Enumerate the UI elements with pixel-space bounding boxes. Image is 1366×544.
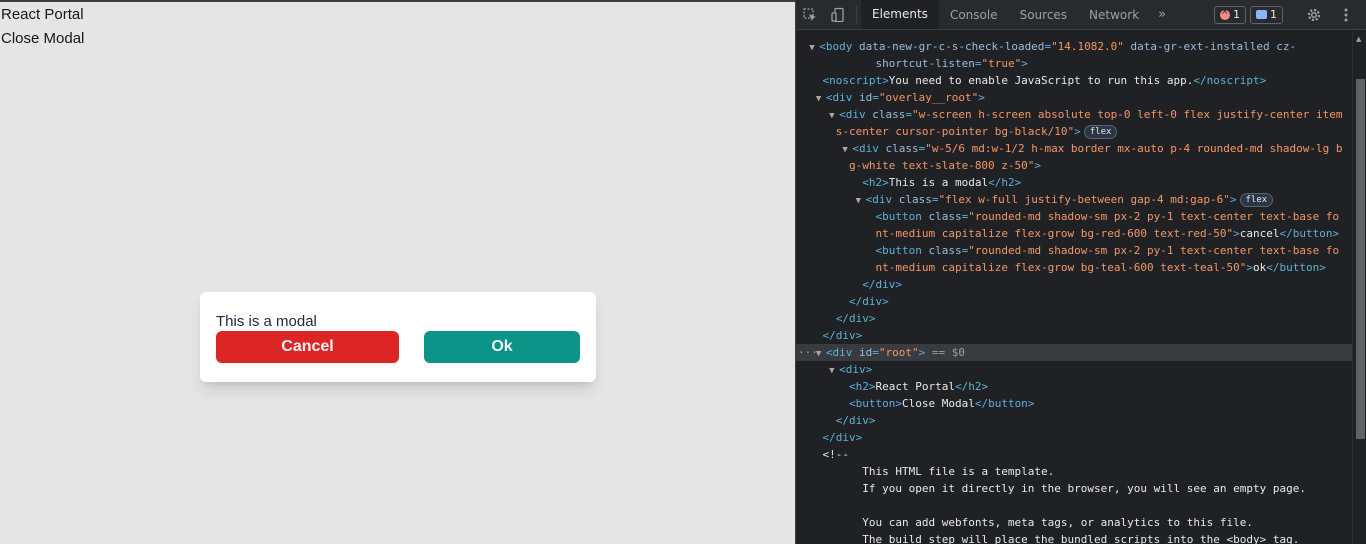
dom-line[interactable]: </div> xyxy=(796,310,1352,327)
flex-badge[interactable]: flex xyxy=(1083,125,1118,139)
dom-line[interactable]: <h2>React Portal</h2> xyxy=(796,378,1352,395)
more-tabs-icon[interactable]: » xyxy=(1150,0,1174,29)
dom-line[interactable]: <button class="rounded-md shadow-sm px-2… xyxy=(796,242,1352,259)
dom-line xyxy=(796,31,1352,38)
gear-icon[interactable] xyxy=(1300,7,1328,23)
dom-line[interactable]: ▼ <div> xyxy=(796,361,1352,378)
dom-line[interactable]: </div> xyxy=(796,412,1352,429)
dom-line[interactable]: shortcut-listen="true"> xyxy=(796,55,1352,72)
scrollbar-thumb[interactable] xyxy=(1356,79,1365,439)
ellipsis-icon[interactable]: ··· xyxy=(798,344,818,361)
dom-line[interactable]: ▼ <div class="flex w-full justify-between… xyxy=(796,191,1352,208)
dom-line[interactable]: This HTML file is a template. xyxy=(796,463,1352,480)
dom-line[interactable]: <noscript>You need to enable JavaScript … xyxy=(796,72,1352,89)
dom-line[interactable]: <button>Close Modal</button> xyxy=(796,395,1352,412)
dom-line[interactable]: g-white text-slate-800 z-50"> xyxy=(796,157,1352,174)
tab-network[interactable]: Network xyxy=(1078,0,1150,29)
dom-line[interactable]: ▼ <div class="w-screen h-screen absolute … xyxy=(796,106,1352,123)
toolbar-right: 1 1 xyxy=(1214,0,1366,29)
modal-title: This is a modal xyxy=(216,313,317,330)
modal-overlay[interactable]: This is a modal Cancel Ok xyxy=(0,2,795,544)
devtools-panel: Elements Console Sources Network » 1 1 xyxy=(795,0,1366,544)
dom-tree[interactable]: ▼ <body data-new-gr-c-s-check-loaded="14.… xyxy=(796,31,1352,544)
dom-line[interactable]: s-center cursor-pointer bg-black/10"> fle… xyxy=(796,123,1352,140)
dom-line[interactable]: If you open it directly in the browser, … xyxy=(796,480,1352,497)
message-icon xyxy=(1256,10,1267,19)
dom-line[interactable]: ▼ <div id="overlay__root"> xyxy=(796,89,1352,106)
flex-badge[interactable]: flex xyxy=(1239,193,1274,207)
scroll-up-arrow-icon[interactable]: ▲ xyxy=(1356,35,1361,43)
tab-elements[interactable]: Elements xyxy=(861,0,939,29)
toolbar-divider xyxy=(856,6,857,23)
dom-line[interactable]: </div> xyxy=(796,276,1352,293)
message-count: 1 xyxy=(1270,8,1277,21)
devtools-scrollbar[interactable]: ▲ xyxy=(1352,31,1366,544)
tab-console[interactable]: Console xyxy=(939,0,1009,29)
dom-line[interactable]: <button class="rounded-md shadow-sm px-2… xyxy=(796,208,1352,225)
cancel-button[interactable]: Cancel xyxy=(216,331,399,363)
message-badge[interactable]: 1 xyxy=(1250,5,1283,24)
dom-line[interactable]: <h2>This is a modal</h2> xyxy=(796,174,1352,191)
tab-sources[interactable]: Sources xyxy=(1009,0,1078,29)
modal-button-row: Cancel Ok xyxy=(216,331,580,363)
devtools-toolbar: Elements Console Sources Network » 1 1 xyxy=(796,0,1366,30)
error-icon xyxy=(1220,7,1230,20)
inspect-icon[interactable] xyxy=(796,0,824,29)
dom-line[interactable]: The build step will place the bundled sc… xyxy=(796,531,1352,544)
dom-line[interactable]: ▼ <body data-new-gr-c-s-check-loaded="14.… xyxy=(796,38,1352,55)
error-count: 1 xyxy=(1233,8,1240,21)
modal-dialog: This is a modal Cancel Ok xyxy=(200,292,596,382)
page-viewport: React Portal Close Modal This is a modal… xyxy=(0,0,795,544)
kebab-menu-icon[interactable] xyxy=(1332,8,1360,22)
dom-line-selected[interactable]: ··· ▼ <div id="root"> == $0 xyxy=(796,344,1352,361)
device-toggle-icon[interactable] xyxy=(824,0,852,29)
dom-line[interactable]: </div> xyxy=(796,429,1352,446)
dom-line[interactable]: <!-- xyxy=(796,446,1352,463)
dom-line[interactable]: You can add webfonts, meta tags, or anal… xyxy=(796,514,1352,531)
error-badge[interactable]: 1 xyxy=(1214,5,1246,24)
dom-line[interactable]: ▼ <div class="w-5/6 md:w-1/2 h-max border… xyxy=(796,140,1352,157)
dom-line[interactable]: </div> xyxy=(796,293,1352,310)
dom-line[interactable]: </div> xyxy=(796,327,1352,344)
dom-line[interactable]: nt-medium capitalize flex-grow bg-teal-6… xyxy=(796,259,1352,276)
dom-line xyxy=(796,497,1352,514)
ok-button[interactable]: Ok xyxy=(424,331,580,363)
dom-line[interactable]: nt-medium capitalize flex-grow bg-red-60… xyxy=(796,225,1352,242)
